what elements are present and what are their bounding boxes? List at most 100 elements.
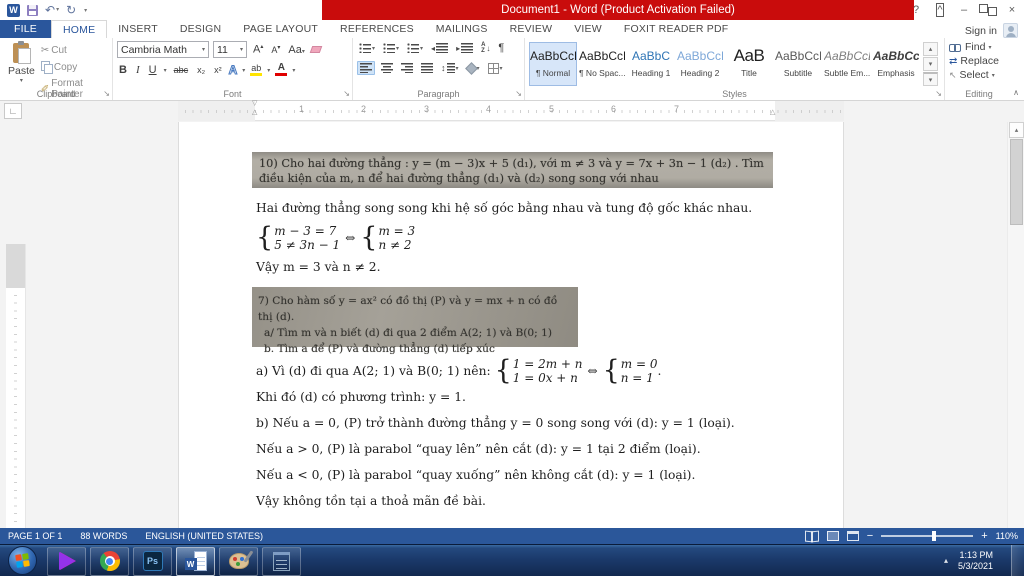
restore-button[interactable] <box>976 0 1000 20</box>
find-button[interactable]: Find ▾ <box>949 41 1010 53</box>
help-button[interactable]: ? <box>904 0 928 20</box>
superscript-button[interactable]: x² <box>212 65 224 75</box>
font-name-combobox[interactable]: Cambria Math ▾ <box>117 41 209 58</box>
doc-paragraph-with-equation[interactable]: a) Vì (d) đi qua A(2; 1) và B(0; 1) nên:… <box>256 357 774 385</box>
vertical-ruler[interactable] <box>6 244 26 528</box>
scrollbar-thumb[interactable] <box>1010 139 1023 225</box>
doc-paragraph[interactable]: Nếu a > 0, (P) là parabol “quay lên” nên… <box>256 442 774 456</box>
document-page[interactable]: 10) Cho hai đường thẳng : y = (m − 3)x +… <box>178 122 844 528</box>
doc-paragraph[interactable]: Hai đường thẳng song song khi hệ số góc … <box>256 201 774 215</box>
close-button[interactable]: × <box>1000 0 1024 20</box>
tab-mailings[interactable]: MAILINGS <box>425 20 499 38</box>
qat-customize-button[interactable]: ▾ <box>84 7 87 14</box>
tab-design[interactable]: DESIGN <box>169 20 232 38</box>
clear-formatting-button[interactable] <box>309 46 323 53</box>
hanging-indent-marker[interactable]: △ <box>252 109 257 116</box>
undo-dropdown-icon[interactable]: ▾ <box>56 4 59 16</box>
read-mode-button[interactable] <box>805 531 819 541</box>
text-effects-button[interactable]: A <box>228 63 238 78</box>
zoom-slider-thumb[interactable] <box>931 531 936 541</box>
zoom-slider[interactable] <box>881 531 974 541</box>
start-button[interactable] <box>8 546 37 575</box>
zoom-level[interactable]: 110% <box>996 531 1018 541</box>
taskbar-notepad-button[interactable] <box>262 546 301 576</box>
tab-review[interactable]: REVIEW <box>499 20 564 38</box>
collapse-ribbon-button[interactable]: ∧ <box>1013 88 1019 97</box>
doc-paragraph[interactable]: Vậy không tồn tại a thoả mãn đề bài. <box>256 494 774 508</box>
doc-paragraph[interactable]: b) Nếu a = 0, (P) trở thành đường thẳng … <box>256 416 774 430</box>
change-case-button[interactable]: Aa▾ <box>286 44 306 56</box>
bullets-button[interactable]: ▾ <box>357 42 377 54</box>
style-normal[interactable]: AaBbCcD¶ Normal <box>529 42 577 86</box>
scanned-problem-image-2[interactable]: 7) Cho hàm số y = ax² có đồ thị (P) và y… <box>252 287 578 355</box>
style-no-spacing[interactable]: AaBbCcD¶ No Spac... <box>578 42 626 86</box>
font-color-button[interactable]: A <box>275 63 288 76</box>
style-heading-1[interactable]: AaBbC Heading 1 <box>627 42 675 86</box>
strikethrough-button[interactable]: abc <box>172 65 191 75</box>
decrease-indent-button[interactable]: ◂ <box>429 42 450 54</box>
numbering-button[interactable]: ▾ <box>381 42 401 54</box>
style-heading-2[interactable]: AaBbCcDHeading 2 <box>676 42 724 86</box>
borders-button[interactable]: ▾ <box>486 62 505 75</box>
doc-paragraph[interactable]: Vậy m = 3 và n ≠ 2. <box>256 260 774 274</box>
tab-page-layout[interactable]: PAGE LAYOUT <box>232 20 329 38</box>
taskbar-clock[interactable]: 1:13 PM 5/3/2021 <box>958 550 993 572</box>
font-dialog-launcher[interactable]: ↘ <box>343 90 350 98</box>
paste-button[interactable]: Paste ▾ <box>4 41 39 87</box>
shrink-font-button[interactable]: A▾ <box>269 44 282 55</box>
styles-dialog-launcher[interactable]: ↘ <box>935 90 942 98</box>
language-status[interactable]: ENGLISH (UNITED STATES) <box>145 531 263 541</box>
tab-home[interactable]: HOME <box>50 20 108 38</box>
ribbon-display-options-button[interactable]: ^ <box>928 0 952 20</box>
taskbar-chrome-button[interactable] <box>90 546 129 576</box>
italic-button[interactable]: I <box>134 64 142 76</box>
tab-view[interactable]: VIEW <box>563 20 613 38</box>
show-paragraph-marks-button[interactable]: ¶ <box>496 41 506 55</box>
style-subtitle[interactable]: AaBbCcDSubtitle <box>774 42 822 86</box>
show-desktop-button[interactable] <box>1011 544 1024 576</box>
vertical-scrollbar[interactable]: ▴ <box>1007 122 1024 528</box>
clipboard-dialog-launcher[interactable]: ↘ <box>103 90 110 98</box>
horizontal-ruler[interactable]: 1 2 3 4 5 6 7 ▽ △ △ <box>178 100 844 121</box>
subscript-button[interactable]: x₂ <box>195 65 207 75</box>
scroll-up-button[interactable]: ▴ <box>1009 122 1024 138</box>
underline-button[interactable]: U <box>147 64 159 76</box>
bold-button[interactable]: B <box>117 64 129 76</box>
sign-in-link[interactable]: Sign in <box>965 25 997 37</box>
right-indent-marker[interactable]: △ <box>770 109 775 116</box>
print-layout-button[interactable] <box>826 531 839 541</box>
scanned-problem-image-1[interactable]: 10) Cho hai đường thẳng : y = (m − 3)x +… <box>252 152 773 188</box>
style-title[interactable]: AaB Title <box>725 42 773 86</box>
paragraph-dialog-launcher[interactable]: ↘ <box>515 90 522 98</box>
taskbar-photoshop-button[interactable]: Ps <box>133 546 172 576</box>
web-layout-button[interactable] <box>846 531 859 541</box>
style-subtle-emphasis[interactable]: AaBbCcDSubtle Em... <box>823 42 871 86</box>
underline-dropdown-icon[interactable]: ▾ <box>164 67 167 74</box>
font-color-dropdown-icon[interactable]: ▾ <box>292 67 295 74</box>
shading-button[interactable]: ▾ <box>464 61 482 75</box>
zoom-in-button[interactable]: + <box>981 531 987 542</box>
tab-insert[interactable]: INSERT <box>107 20 169 38</box>
replace-button[interactable]: ⇄ Replace <box>949 55 1010 67</box>
cut-button[interactable]: ✂ Cut <box>39 44 109 57</box>
taskbar-paint-button[interactable] <box>219 546 258 576</box>
tab-references[interactable]: REFERENCES <box>329 20 425 38</box>
highlight-color-button[interactable]: ab <box>250 64 263 76</box>
doc-paragraph[interactable]: Nếu a < 0, (P) là parabol “quay xuống” n… <box>256 468 774 482</box>
taskbar-kmplayer-button[interactable] <box>47 546 86 576</box>
line-spacing-button[interactable]: ↕ ▾ <box>439 62 461 74</box>
sort-button[interactable]: A Z ↓ <box>479 41 492 55</box>
first-line-indent-marker[interactable]: ▽ <box>252 100 257 107</box>
align-left-button[interactable] <box>357 61 375 75</box>
multilevel-list-button[interactable]: ▾ <box>405 42 425 54</box>
tab-file[interactable]: FILE <box>0 20 51 38</box>
styles-more-button[interactable]: ▾ <box>923 72 938 86</box>
user-avatar-icon[interactable] <box>1003 23 1018 38</box>
copy-button[interactable]: Copy <box>39 60 109 74</box>
taskbar-word-button[interactable]: W <box>176 546 215 576</box>
highlight-dropdown-icon[interactable]: ▾ <box>267 67 270 74</box>
show-hidden-icons-button[interactable]: ▴ <box>944 556 948 565</box>
word-count-status[interactable]: 88 WORDS <box>80 531 127 541</box>
redo-button[interactable]: ↻ <box>66 4 76 16</box>
paste-dropdown-icon[interactable]: ▾ <box>20 77 23 84</box>
